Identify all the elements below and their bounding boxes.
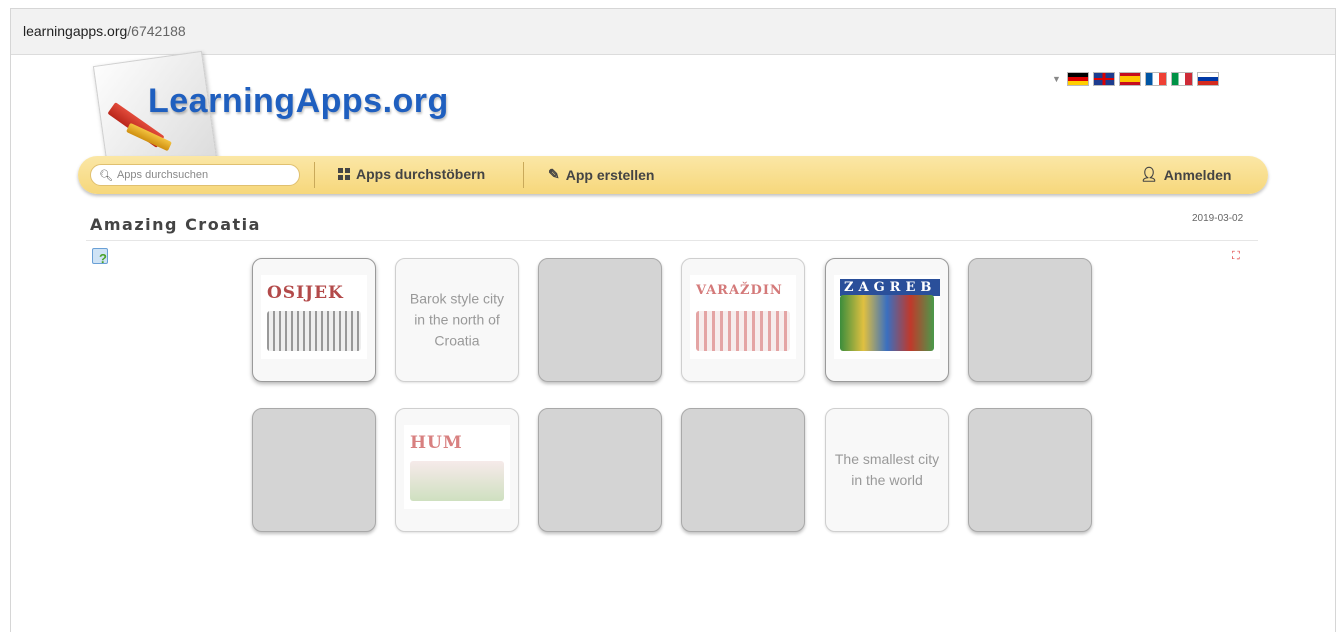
flag-it-icon[interactable]: [1170, 72, 1193, 86]
fullscreen-icon[interactable]: ⛶: [1232, 251, 1243, 262]
memory-card-text-label: Barok style city in the north of Croatia: [409, 290, 505, 349]
dropdown-caret-icon[interactable]: ▼: [1052, 74, 1061, 84]
city-sketch-illustration: [840, 295, 934, 351]
picture-caption: ZAGREB: [840, 279, 941, 296]
user-icon: 👤︎: [1140, 166, 1158, 182]
url-path: /6742188: [127, 23, 186, 39]
flag-es-icon[interactable]: [1118, 72, 1141, 86]
site-logo[interactable]: LearningApps.org: [148, 82, 449, 121]
search-placeholder: Apps durchsuchen: [116, 169, 209, 181]
picture-caption: OSIJEK: [267, 283, 344, 303]
memory-card-hidden[interactable]: [538, 408, 662, 532]
memory-card-picture: HUM: [404, 425, 510, 509]
title-divider: [86, 240, 1258, 241]
picture-caption: VARAŽDIN: [696, 283, 783, 298]
flag-en-icon[interactable]: [1092, 72, 1115, 86]
nav-divider: [314, 162, 315, 188]
app-title: Amazing Croatia: [90, 215, 261, 234]
memory-card-picture: OSIJEK: [261, 275, 367, 359]
search-input[interactable]: 🔍︎ Apps durchsuchen: [90, 164, 300, 186]
grid-icon: [338, 168, 350, 180]
language-selector[interactable]: ▼: [1052, 72, 1219, 86]
memory-card-hidden[interactable]: [252, 408, 376, 532]
browse-apps-link[interactable]: Apps durchstöbern: [338, 166, 485, 182]
flag-de-icon[interactable]: [1066, 72, 1089, 86]
url-text[interactable]: learningapps.org/6742188: [23, 23, 186, 39]
memory-card-hidden[interactable]: [681, 408, 805, 532]
create-app-link[interactable]: ✎ App erstellen: [548, 166, 654, 183]
pencil-icon: ✎: [548, 166, 560, 182]
browse-apps-label: Apps durchstöbern: [356, 166, 486, 182]
memory-card-text[interactable]: The smallest city in the world: [825, 408, 949, 532]
url-host: learningapps.org: [23, 23, 128, 39]
memory-card-text-label: The smallest city in the world: [834, 451, 940, 488]
main-navbar: 🔍︎ Apps durchsuchen Apps durchstöbern ✎ …: [78, 156, 1268, 194]
memory-card-hidden[interactable]: [968, 408, 1092, 532]
memory-card-image[interactable]: VARAŽDIN: [681, 258, 805, 382]
memory-card-hidden[interactable]: [968, 258, 1092, 382]
memory-card-image[interactable]: ZAGREB: [825, 258, 949, 382]
app-date: 2019-03-02: [1192, 213, 1244, 224]
memory-card-text[interactable]: Barok style city in the north of Croatia: [395, 258, 519, 382]
picture-caption: HUM: [410, 433, 463, 453]
city-sketch-illustration: [267, 311, 361, 351]
help-icon[interactable]: ?: [92, 248, 108, 266]
login-label: Anmelden: [1163, 166, 1232, 183]
memory-card-image[interactable]: HUM: [395, 408, 519, 532]
nav-divider: [523, 162, 524, 188]
address-bar[interactable]: learningapps.org/6742188: [11, 9, 1335, 55]
flag-ru-icon[interactable]: [1196, 72, 1219, 86]
search-icon: 🔍︎: [99, 170, 113, 182]
login-link[interactable]: 👤︎ Anmelden: [1140, 166, 1231, 183]
create-app-label: App erstellen: [565, 166, 655, 183]
city-sketch-illustration: [696, 311, 790, 351]
city-sketch-illustration: [410, 461, 504, 501]
flag-fr-icon[interactable]: [1144, 72, 1167, 86]
memory-card-picture: ZAGREB: [834, 275, 941, 359]
memory-card-image[interactable]: OSIJEK: [252, 258, 376, 382]
memory-card-hidden[interactable]: [538, 258, 662, 382]
memory-card-picture: VARAŽDIN: [690, 275, 796, 359]
